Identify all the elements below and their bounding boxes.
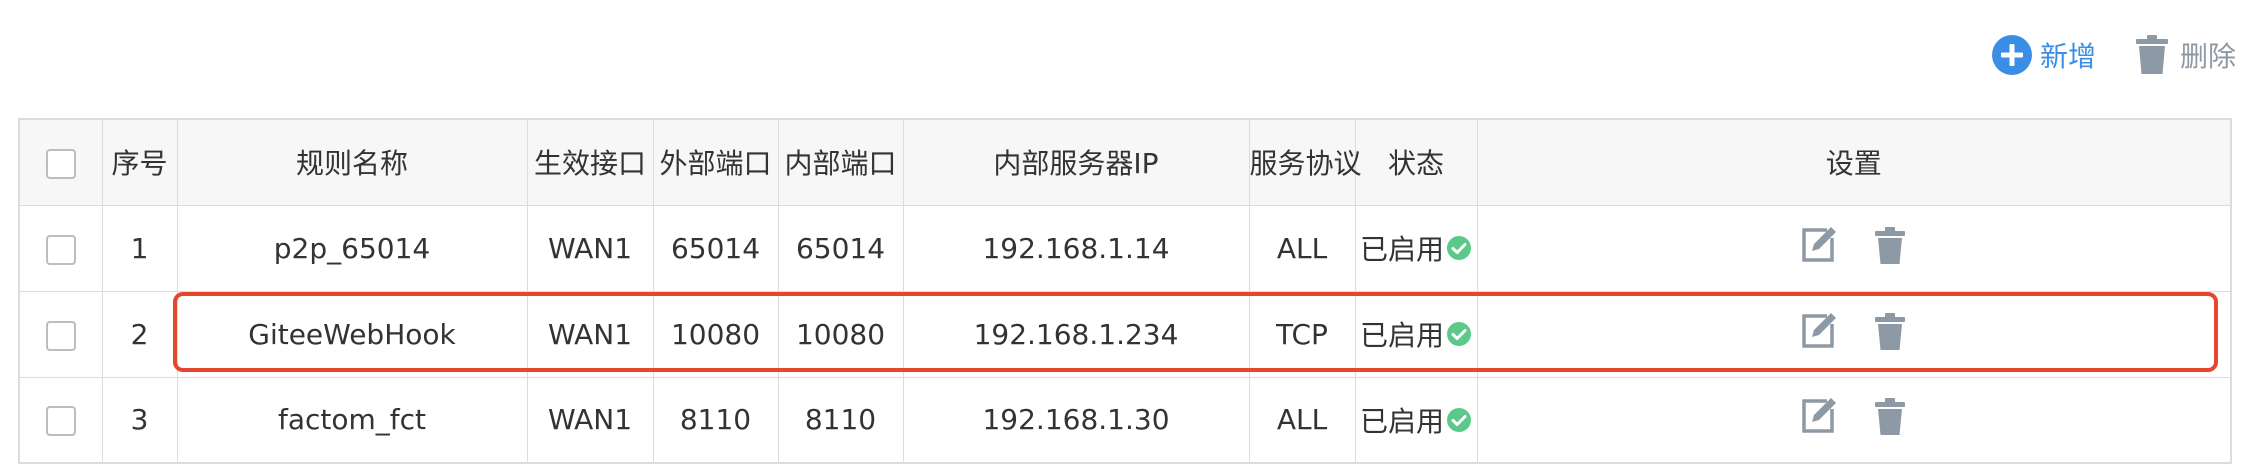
- trash-icon[interactable]: [1869, 395, 1911, 437]
- table-row: 2 GiteeWebHook WAN1 10080 10080 192.168.…: [18, 290, 2232, 378]
- edit-icon[interactable]: [1797, 395, 1839, 437]
- row-interface: WAN1: [526, 290, 654, 378]
- row-select-cell: [18, 204, 103, 292]
- table-header-row: 序号 规则名称 生效接口 外部端口 内部端口 内部服务器IP 服务协议 状态 设…: [18, 118, 2232, 206]
- row-internal-port: 65014: [777, 204, 904, 292]
- select-all-checkbox[interactable]: [45, 148, 76, 179]
- row-status: 已启用: [1359, 233, 1444, 266]
- row-checkbox[interactable]: [45, 234, 76, 265]
- delete-button[interactable]: 删除: [2130, 33, 2236, 77]
- row-rule-name: GiteeWebHook: [176, 290, 528, 378]
- row-status: 已启用: [1359, 319, 1444, 352]
- row-server-ip: 192.168.1.234: [902, 290, 1250, 378]
- row-select-cell: [18, 290, 103, 378]
- toolbar: 新增 删除: [1990, 30, 2236, 80]
- row-protocol: TCP: [1248, 290, 1356, 378]
- check-circle-icon: [1447, 236, 1471, 260]
- check-circle-icon: [1447, 322, 1471, 346]
- trash-icon[interactable]: [1869, 310, 1911, 352]
- row-status-cell: 已启用: [1354, 376, 1478, 464]
- add-button-label: 新增: [2039, 40, 2096, 73]
- row-external-port: 65014: [652, 204, 779, 292]
- edit-icon[interactable]: [1797, 224, 1839, 266]
- column-header-rule-name: 规则名称: [176, 118, 528, 206]
- table-row: 3 factom_fct WAN1 8110 8110 192.168.1.30…: [18, 376, 2232, 464]
- row-status: 已启用: [1359, 404, 1444, 438]
- row-actions-cell: [1476, 204, 2232, 292]
- row-internal-port: 10080: [777, 290, 904, 378]
- trash-icon[interactable]: [1869, 224, 1911, 266]
- row-interface: WAN1: [526, 376, 654, 464]
- row-status-cell: 已启用: [1354, 204, 1478, 292]
- row-protocol: ALL: [1248, 204, 1356, 292]
- row-interface: WAN1: [526, 204, 654, 292]
- row-index: 3: [101, 376, 178, 464]
- column-header-external-port: 外部端口: [652, 118, 779, 206]
- port-forwarding-table: 序号 规则名称 生效接口 外部端口 内部端口 内部服务器IP 服务协议 状态 设…: [18, 118, 2232, 464]
- row-rule-name: factom_fct: [176, 376, 528, 464]
- row-actions-cell: [1476, 290, 2232, 378]
- row-actions-cell: [1476, 376, 2232, 464]
- table-row: 1 p2p_65014 WAN1 65014 65014 192.168.1.1…: [18, 204, 2232, 292]
- column-header-internal-port: 内部端口: [777, 118, 904, 206]
- column-header-settings: 设置: [1476, 118, 2232, 206]
- row-server-ip: 192.168.1.14: [902, 204, 1250, 292]
- plus-circle-icon: [1991, 35, 2032, 75]
- row-internal-port: 8110: [777, 376, 904, 464]
- delete-button-label: 删除: [2179, 40, 2236, 73]
- column-header-protocol: 服务协议: [1248, 118, 1362, 206]
- row-checkbox[interactable]: [45, 406, 76, 437]
- row-checkbox[interactable]: [45, 320, 76, 351]
- row-rule-name: p2p_65014: [176, 204, 528, 292]
- edit-icon[interactable]: [1797, 310, 1839, 352]
- add-button[interactable]: 新增: [1990, 33, 2096, 77]
- row-index: 2: [101, 290, 178, 378]
- row-protocol: ALL: [1248, 376, 1356, 464]
- row-select-cell: [18, 376, 103, 464]
- trash-icon: [2135, 35, 2168, 74]
- column-header-interface: 生效接口: [526, 118, 654, 206]
- check-circle-icon: [1447, 407, 1471, 432]
- column-header-index: 序号: [101, 118, 178, 206]
- row-index: 1: [101, 204, 178, 292]
- row-status-cell: 已启用: [1354, 290, 1478, 378]
- column-header-status: 状态: [1354, 118, 1478, 206]
- column-header-server-ip: 内部服务器IP: [902, 118, 1250, 206]
- row-server-ip: 192.168.1.30: [902, 376, 1250, 464]
- row-external-port: 8110: [652, 376, 779, 464]
- select-all-cell: [18, 118, 103, 206]
- row-external-port: 10080: [652, 290, 779, 378]
